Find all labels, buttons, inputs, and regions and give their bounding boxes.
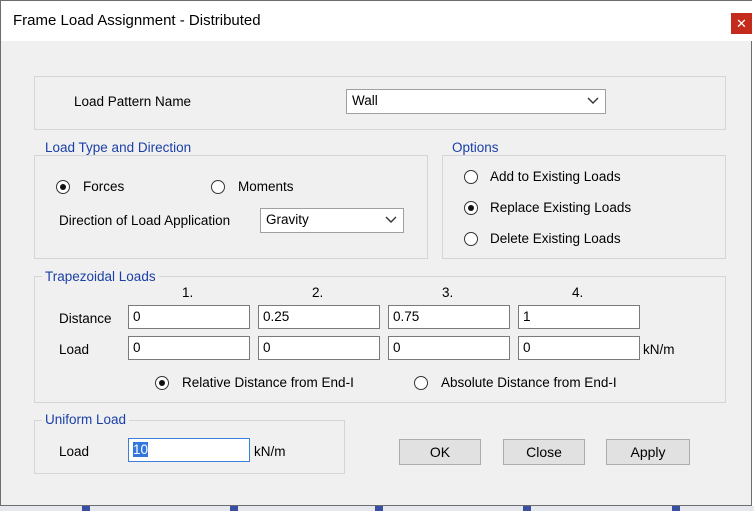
- load-1-input[interactable]: 0: [128, 336, 250, 360]
- add-loads-radio[interactable]: [464, 170, 478, 184]
- options-legend: Options: [449, 140, 502, 155]
- trapezoidal-unit: kN/m: [643, 342, 675, 357]
- uniform-load-value: 10: [133, 442, 149, 457]
- replace-loads-radio[interactable]: [464, 201, 478, 215]
- distance-3-input[interactable]: 0.75: [388, 305, 510, 329]
- background-marker: [230, 506, 238, 511]
- add-loads-label[interactable]: Add to Existing Loads: [490, 169, 621, 184]
- background-marker: [672, 506, 680, 511]
- background-marker: [375, 506, 383, 511]
- forces-label[interactable]: Forces: [83, 179, 124, 194]
- uniform-load-label: Load: [59, 444, 90, 459]
- load-row-label: Load: [59, 342, 90, 357]
- ok-button[interactable]: OK: [399, 439, 481, 465]
- load-pattern-select[interactable]: Wall: [346, 89, 606, 114]
- forces-radio[interactable]: [56, 180, 70, 194]
- apply-button[interactable]: Apply: [606, 439, 690, 465]
- replace-loads-label[interactable]: Replace Existing Loads: [490, 200, 631, 215]
- delete-loads-radio[interactable]: [464, 232, 478, 246]
- uniform-load-input[interactable]: 10: [128, 438, 250, 462]
- background-marker: [523, 506, 531, 511]
- column-header-1: 1.: [182, 285, 194, 300]
- load-type-legend: Load Type and Direction: [42, 140, 195, 155]
- absolute-distance-radio[interactable]: [414, 376, 428, 390]
- window-title: Frame Load Assignment - Distributed: [13, 12, 261, 29]
- load-type-group: [34, 155, 428, 259]
- uniform-load-legend: Uniform Load: [42, 412, 130, 427]
- load-3-input[interactable]: 0: [388, 336, 510, 360]
- close-window-button[interactable]: ✕: [731, 13, 752, 34]
- relative-distance-radio[interactable]: [155, 376, 169, 390]
- delete-loads-label[interactable]: Delete Existing Loads: [490, 231, 621, 246]
- load-2-input[interactable]: 0: [258, 336, 380, 360]
- frame-load-dialog: Frame Load Assignment - Distributed ✕ Lo…: [0, 0, 753, 506]
- direction-value: Gravity: [266, 212, 309, 227]
- moments-label[interactable]: Moments: [238, 179, 294, 194]
- direction-select[interactable]: Gravity: [260, 208, 404, 233]
- column-header-2: 2.: [312, 285, 324, 300]
- column-header-4: 4.: [572, 285, 584, 300]
- distance-1-input[interactable]: 0: [128, 305, 250, 329]
- column-header-3: 3.: [442, 285, 454, 300]
- absolute-distance-label[interactable]: Absolute Distance from End-I: [441, 375, 617, 390]
- distance-4-input[interactable]: 1: [518, 305, 640, 329]
- title-bar[interactable]: Frame Load Assignment - Distributed ✕: [1, 1, 753, 41]
- trapezoidal-legend: Trapezoidal Loads: [42, 269, 159, 284]
- uniform-load-unit: kN/m: [254, 444, 286, 459]
- distance-2-input[interactable]: 0.25: [258, 305, 380, 329]
- close-icon: ✕: [736, 16, 747, 31]
- moments-radio[interactable]: [211, 180, 225, 194]
- close-button[interactable]: Close: [503, 439, 585, 465]
- chevron-down-icon: [385, 216, 397, 223]
- load-pattern-value: Wall: [352, 93, 378, 108]
- background-marker: [82, 506, 90, 511]
- distance-row-label: Distance: [59, 311, 112, 326]
- load-4-input[interactable]: 0: [518, 336, 640, 360]
- direction-label: Direction of Load Application: [59, 213, 231, 228]
- background-app-strip: [0, 506, 754, 511]
- relative-distance-label[interactable]: Relative Distance from End-I: [182, 375, 354, 390]
- chevron-down-icon: [587, 97, 599, 104]
- load-pattern-label: Load Pattern Name: [74, 94, 192, 109]
